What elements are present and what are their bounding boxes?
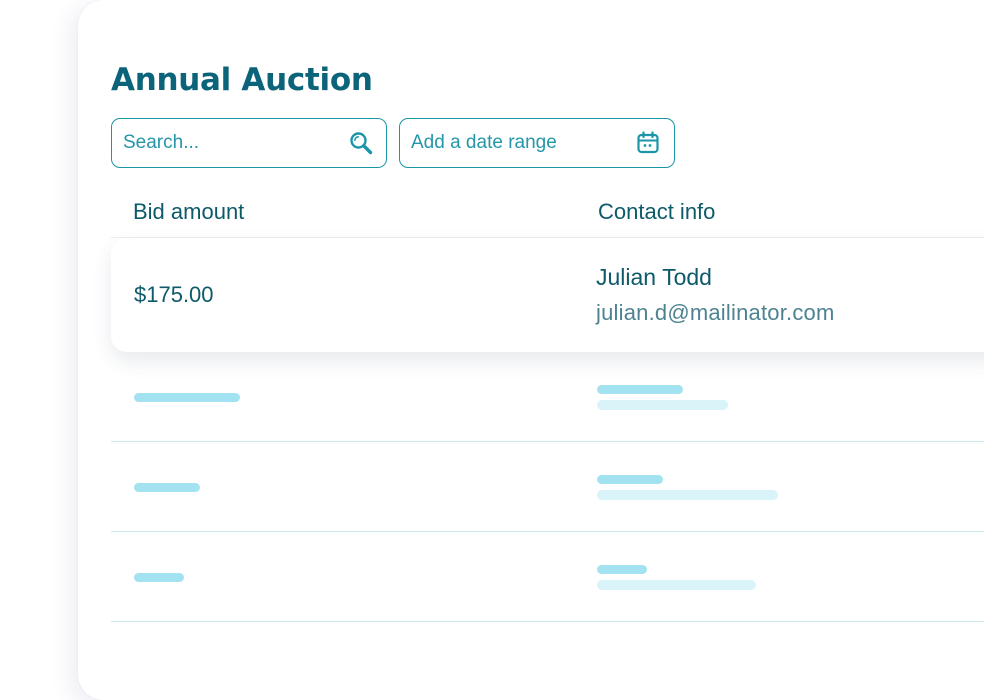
search-input[interactable]: Search... bbox=[123, 132, 199, 154]
placeholder-row bbox=[111, 442, 984, 532]
date-range-field[interactable]: Add a date range bbox=[399, 118, 675, 168]
table-row[interactable]: $175.00 Julian Todd julian.d@mailinator.… bbox=[111, 238, 984, 352]
placeholder-row bbox=[111, 532, 984, 622]
auction-card: Annual Auction Search... Add a date rang… bbox=[78, 0, 984, 700]
skeleton-bid-bar bbox=[134, 393, 240, 402]
bid-amount: $175.00 bbox=[134, 282, 214, 307]
skeleton-email-bar bbox=[597, 580, 756, 590]
skeleton-bid-bar bbox=[134, 573, 184, 582]
skeleton-email-bar bbox=[597, 490, 778, 500]
column-header-contact-info: Contact info bbox=[598, 199, 716, 224]
search-field[interactable]: Search... bbox=[111, 118, 387, 168]
page-title: Annual Auction bbox=[111, 62, 373, 98]
placeholder-row bbox=[111, 352, 984, 442]
column-header-bid-amount: Bid amount bbox=[133, 199, 245, 224]
contact-name: Julian Todd bbox=[596, 264, 712, 290]
calendar-icon[interactable] bbox=[635, 130, 661, 156]
skeleton-name-bar bbox=[597, 565, 647, 574]
skeleton-name-bar bbox=[597, 385, 683, 394]
skeleton-email-bar bbox=[597, 400, 728, 410]
skeleton-bid-bar bbox=[134, 483, 200, 492]
skeleton-name-bar bbox=[597, 475, 663, 484]
row-divider bbox=[111, 621, 984, 622]
date-range-input[interactable]: Add a date range bbox=[411, 132, 557, 154]
contact-email: julian.d@mailinator.com bbox=[596, 300, 835, 325]
search-icon[interactable] bbox=[348, 130, 374, 156]
